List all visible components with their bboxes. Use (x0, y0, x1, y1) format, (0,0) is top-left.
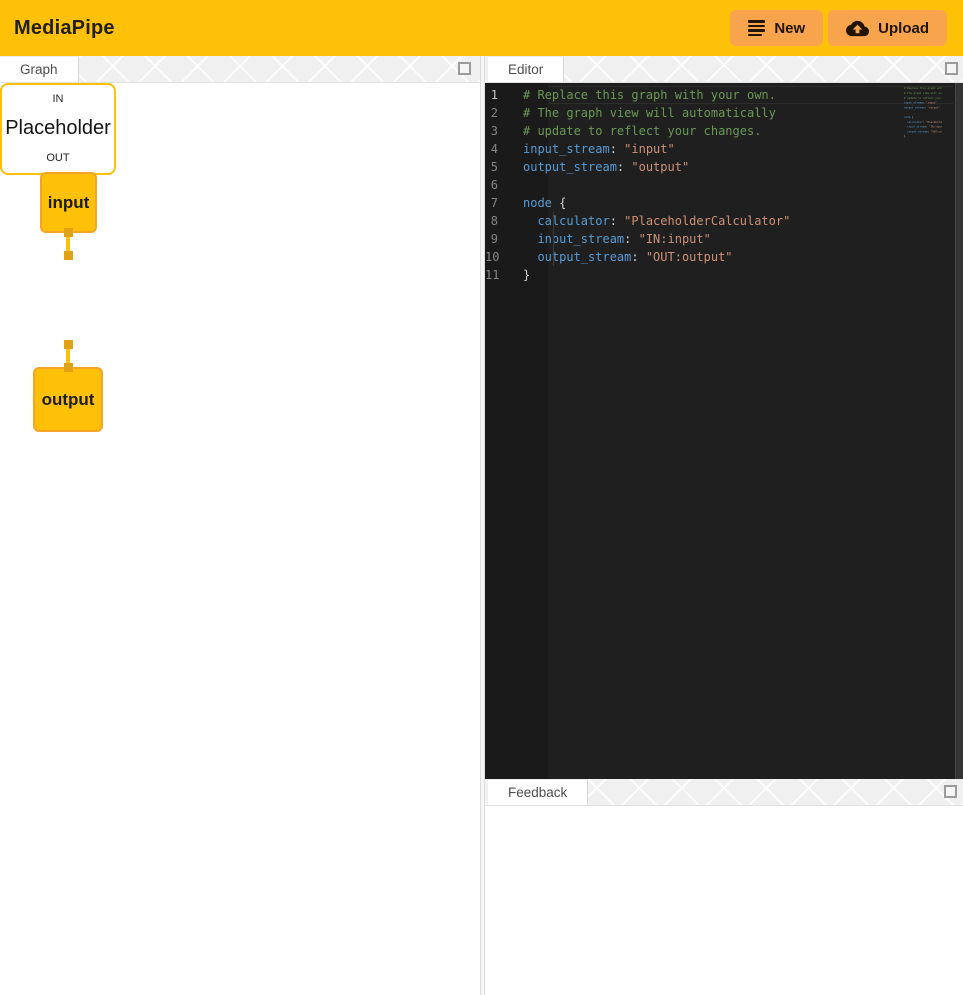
code-line[interactable]: 11} (485, 266, 963, 284)
code-line[interactable]: 1# Replace this graph with your own. (485, 86, 963, 104)
minimap-content: # Replace this graph with your own.# The… (904, 86, 942, 139)
code-line[interactable]: 6 (485, 176, 963, 194)
port-placeholder-out (64, 340, 73, 349)
line-number: 9 (485, 230, 523, 248)
code-editor[interactable]: 1# Replace this graph with your own.2# T… (485, 83, 963, 779)
port-output-top (64, 363, 73, 372)
code-line[interactable]: 8 calculator: "PlaceholderCalculator" (485, 212, 963, 230)
editor-maximize-button[interactable] (945, 61, 959, 75)
right-column: Editor 1# Replace this graph with your o… (485, 56, 963, 995)
line-number: 4 (485, 140, 523, 158)
graph-node-output[interactable]: output (33, 367, 103, 432)
graph-node-placeholder[interactable]: IN Placeholder OUT (0, 83, 116, 175)
app-header: MediaPipe New Upload (0, 0, 963, 56)
header-actions: New Upload (730, 10, 947, 46)
code-line[interactable]: 2# The graph view will automatically (485, 104, 963, 122)
line-number: 8 (485, 212, 523, 230)
tab-feedback[interactable]: Feedback (488, 779, 588, 805)
graph-tabbar: Graph (0, 56, 480, 83)
tab-editor[interactable]: Editor (488, 56, 564, 82)
maximize-icon (945, 62, 958, 75)
new-button[interactable]: New (730, 10, 823, 46)
node-output-label: output (42, 390, 95, 410)
graph-maximize-button[interactable] (458, 61, 472, 75)
feedback-maximize-button[interactable] (944, 784, 958, 798)
line-number: 6 (485, 176, 523, 194)
line-number: 2 (485, 104, 523, 122)
code-lines: 1# Replace this graph with your own.2# T… (485, 86, 963, 284)
feedback-content[interactable] (485, 806, 963, 995)
port-input-bottom (64, 228, 73, 237)
code-line[interactable]: 5output_stream: "output" (485, 158, 963, 176)
line-number: 11 (485, 266, 523, 284)
code-line[interactable]: 9 input_stream: "IN:input" (485, 230, 963, 248)
line-number: 3 (485, 122, 523, 140)
line-number: 1 (485, 86, 523, 104)
cloud-upload-icon (846, 17, 869, 40)
upload-button-label: Upload (878, 20, 929, 37)
code-line[interactable]: 4input_stream: "input" (485, 140, 963, 158)
maximize-icon (458, 62, 471, 75)
line-number: 7 (485, 194, 523, 212)
tab-graph-label: Graph (20, 62, 58, 77)
node-input-label: input (48, 193, 90, 213)
tab-feedback-label: Feedback (508, 785, 567, 800)
feedback-tabbar: Feedback (485, 779, 963, 806)
tab-editor-label: Editor (508, 62, 543, 77)
graph-panel: Graph input IN Placeholder OUT output (0, 56, 480, 995)
main-area: Graph input IN Placeholder OUT output (0, 56, 963, 995)
feedback-panel: Feedback (485, 779, 963, 995)
maximize-icon (944, 785, 957, 798)
line-number: 10 (485, 248, 523, 266)
editor-panel: Editor 1# Replace this graph with your o… (485, 56, 963, 779)
tab-graph[interactable]: Graph (0, 56, 79, 82)
port-placeholder-in (64, 251, 73, 260)
placeholder-out-port-label: OUT (46, 152, 69, 164)
placeholder-in-port-label: IN (53, 93, 64, 105)
code-line[interactable]: 7node { (485, 194, 963, 212)
editor-tabbar: Editor (485, 56, 963, 83)
app-title: MediaPipe (14, 17, 115, 40)
placeholder-title: Placeholder (5, 117, 111, 140)
editor-scrollbar[interactable] (955, 83, 963, 779)
menu-icon (748, 20, 765, 36)
minimap[interactable]: # Replace this graph with your own.# The… (904, 86, 942, 148)
new-button-label: New (774, 20, 805, 37)
upload-button[interactable]: Upload (828, 10, 947, 46)
line-number: 5 (485, 158, 523, 176)
code-line[interactable]: 3# update to reflect your changes. (485, 122, 963, 140)
graph-node-input[interactable]: input (40, 172, 97, 233)
code-line[interactable]: 10 output_stream: "OUT:output" (485, 248, 963, 266)
graph-canvas[interactable]: input IN Placeholder OUT output (0, 83, 480, 995)
